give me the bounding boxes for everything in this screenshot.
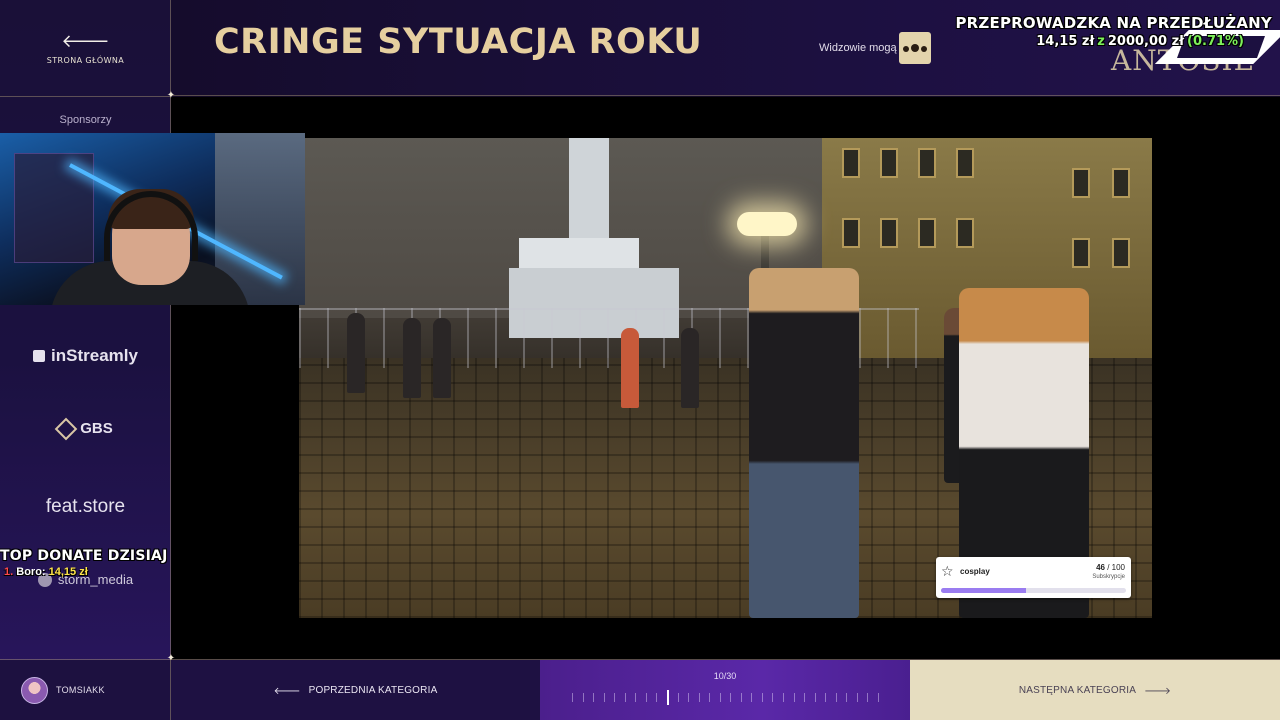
webcam-overlay: [0, 133, 305, 305]
goal-title: PRZEPROWADZKA NA PRZEDŁUŻANY: [955, 14, 1272, 32]
gbs-logo-icon: [54, 417, 78, 440]
category-tick: [730, 693, 732, 702]
sponsors-title: Sponsorzy: [59, 114, 112, 126]
video-person: [347, 313, 365, 393]
goal-target: 2000,00 zł: [1107, 34, 1185, 49]
video-person: [403, 318, 421, 398]
subscription-goal-widget: ☆ cosplay 46 / 100 Subskrypcje: [936, 557, 1131, 598]
category-tick: [761, 693, 763, 702]
video-crane-arm: [519, 238, 639, 268]
category-tick: [825, 693, 827, 702]
category-tick: [624, 693, 626, 702]
arrow-left-icon: 🡐: [61, 30, 110, 51]
goal-current: 14,15 zł: [1036, 34, 1095, 49]
goal-progress: 14,15 zł z 2000,00 zł (0.71%): [1036, 34, 1244, 49]
category-tick: [614, 693, 616, 702]
category-tick: [772, 693, 774, 702]
donor-amount: 14,15 zł: [48, 566, 88, 578]
sparkle-icon: ✦: [166, 90, 176, 101]
category-progress-ticks: [572, 690, 882, 705]
category-tick: [793, 693, 795, 702]
sponsor-label: feat.store: [45, 496, 126, 517]
category-tick: [603, 693, 605, 702]
header-bar: CRINGE SYTUACJA ROKU Widzowie mogą ANTOS…: [171, 0, 1280, 96]
category-tick: [835, 693, 837, 702]
instreamly-logo-icon: [33, 350, 46, 362]
video-lamp-glow: [737, 212, 797, 236]
previous-category-button[interactable]: 🡐 POPRZEDNIA KATEGORIA: [171, 660, 540, 720]
category-tick: [688, 693, 690, 702]
category-tick: [677, 693, 679, 702]
home-label: STRONA GŁÓWNA: [46, 55, 125, 65]
sidebar: 🡐 STRONA GŁÓWNA Sponsorzy inStreamly GBS…: [0, 0, 171, 720]
username: TOMSIAKK: [56, 685, 105, 695]
sub-goal-kind: Subskrypcje: [1092, 574, 1125, 580]
sponsor-label: GBS: [80, 420, 113, 437]
goal-separator: z: [1097, 34, 1105, 49]
donor-name: Boro:: [16, 566, 46, 578]
category-tick: [846, 693, 848, 702]
viewers-label: Widzowie mogą: [819, 42, 897, 54]
category-tick: [878, 693, 879, 702]
category-tick: [751, 693, 753, 702]
category-tick: [698, 693, 700, 702]
viewers-button[interactable]: [899, 32, 931, 64]
category-tick: [656, 693, 658, 702]
footer-bar: TOMSIAKK 🡐 POPRZEDNIA KATEGORIA 10/30 NA…: [0, 659, 1280, 720]
category-tick: [867, 693, 869, 702]
sub-goal-fill: [941, 588, 1027, 593]
sponsor-feat-store[interactable]: feat.store: [0, 496, 171, 518]
category-tick: [582, 693, 584, 702]
divider: [0, 96, 171, 97]
category-counter: 10/30: [713, 671, 737, 681]
video-stage: ☆ cosplay 46 / 100 Subskrypcje: [171, 97, 1280, 659]
category-tick-current: [666, 690, 669, 705]
category-tick: [645, 693, 647, 702]
user-profile[interactable]: TOMSIAKK: [0, 660, 171, 720]
category-tick: [783, 693, 785, 702]
page-title: CRINGE SYTUACJA ROKU: [214, 22, 703, 62]
next-category-button[interactable]: NASTĘPNA KATEGORIA 🡒: [910, 660, 1280, 720]
category-progress: 10/30: [540, 660, 910, 720]
next-category-label: NASTĘPNA KATEGORIA: [1018, 685, 1137, 696]
sub-goal-count: 46 / 100: [1096, 563, 1125, 572]
top-donate-row: 1. Boro: 14,15 zł: [4, 566, 171, 578]
top-donate-title: TOP DONATE DZISIAJ: [0, 548, 168, 564]
category-tick: [740, 693, 742, 702]
video-person: [681, 328, 699, 408]
category-tick: [814, 693, 816, 702]
avatar: [21, 677, 48, 704]
category-tick: [635, 693, 637, 702]
sponsor-gbs[interactable]: GBS: [0, 417, 171, 440]
arrow-right-icon: 🡒: [1144, 685, 1172, 697]
arrow-left-icon: 🡐: [273, 685, 301, 697]
top-donate-widget: TOP DONATE DZISIAJ 1. Boro: 14,15 zł: [0, 548, 171, 578]
sub-goal-track: [941, 588, 1126, 593]
donor-rank: 1.: [4, 566, 14, 578]
video-player[interactable]: ☆ cosplay 46 / 100 Subskrypcje: [299, 138, 1152, 618]
sub-goal-name: cosplay: [960, 567, 990, 576]
video-person: [433, 318, 451, 398]
category-tick: [709, 693, 711, 702]
star-icon: ☆: [941, 563, 954, 579]
sub-goal-total: / 100: [1107, 563, 1125, 572]
sponsor-instreamly[interactable]: inStreamly: [0, 346, 171, 366]
users-icon: [902, 39, 928, 57]
category-tick: [572, 693, 573, 702]
category-tick: [856, 693, 858, 702]
video-person: [621, 328, 639, 408]
sub-goal-current: 46: [1096, 563, 1105, 572]
category-tick: [593, 693, 595, 702]
home-button[interactable]: 🡐 STRONA GŁÓWNA: [0, 0, 171, 96]
previous-category-label: POPRZEDNIA KATEGORIA: [308, 685, 438, 696]
sponsor-label: inStreamly: [51, 346, 138, 365]
category-tick: [804, 693, 806, 702]
category-tick: [719, 693, 721, 702]
goal-percent: (0.71%): [1187, 34, 1244, 49]
video-person: [749, 268, 859, 618]
